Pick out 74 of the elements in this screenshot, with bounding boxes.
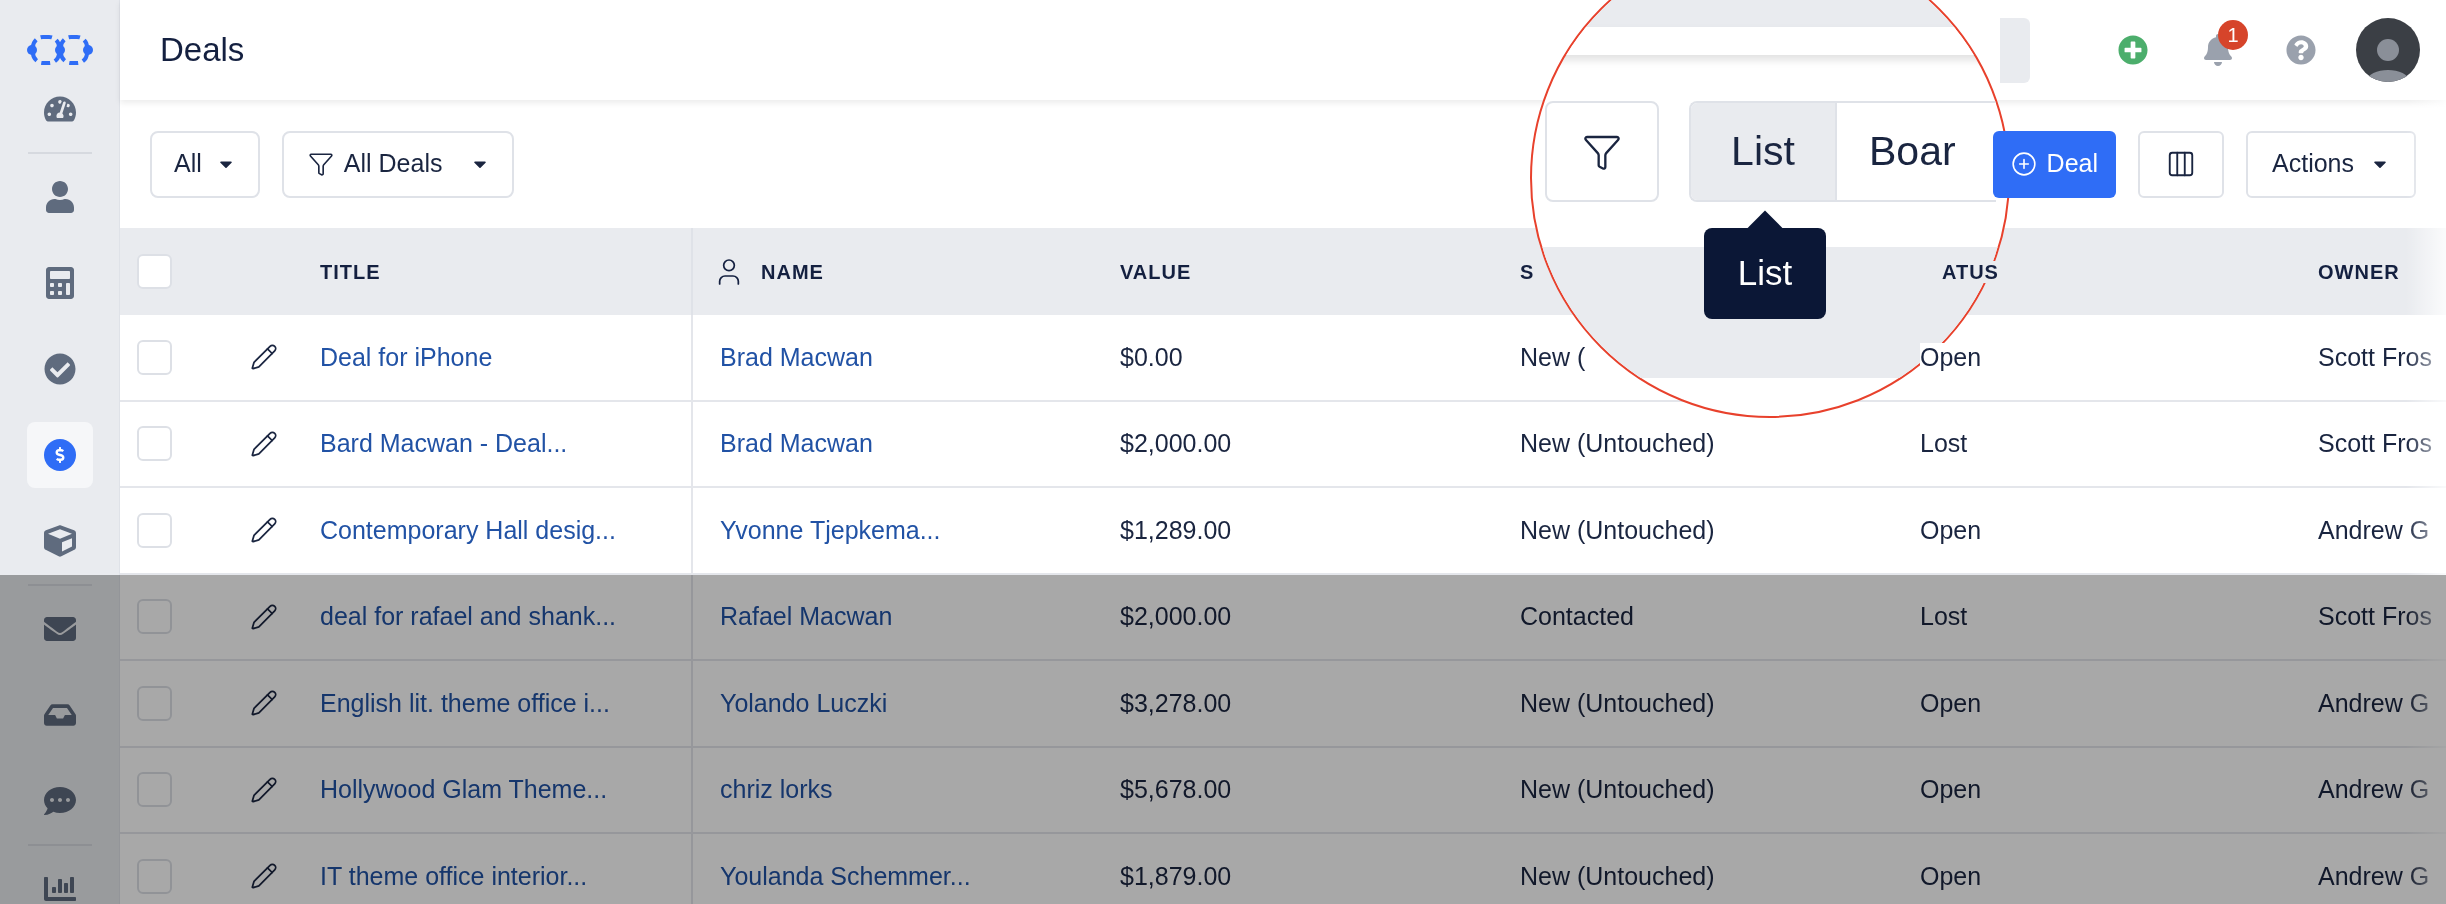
checkbox[interactable] [137,254,172,289]
column-header[interactable]: VALUE [1120,260,1192,283]
column-header[interactable]: ATUS [1942,260,1999,283]
sidebar-item[interactable] [26,422,93,488]
deal-value: $2,000.00 [1120,429,1232,457]
checkbox[interactable] [137,339,172,375]
deal-stage: New (Untouched) [1520,515,1715,544]
view-toggle-tab[interactable]: List [1691,103,1837,200]
deal-title-link[interactable]: Contemporary Hall desig... [320,511,616,549]
deal-stage: New (Untouched) [1520,775,1715,803]
contact-name-link[interactable]: Brad Macwan [720,429,873,457]
edit-icon[interactable] [250,775,278,804]
deal-stage: New (Untouched) [1520,688,1715,717]
column-header[interactable]: OWNER [2318,260,2400,283]
contact-name-link[interactable]: Brad Macwan [720,342,873,371]
filter-button[interactable] [1545,101,1659,202]
edit-icon[interactable] [250,689,278,718]
help-icon[interactable] [2286,35,2316,65]
chat-icon [43,785,76,817]
contact-name-link[interactable]: Rafael Macwan [720,602,893,630]
contact-name-link[interactable]: Yolando Luczki [720,688,888,717]
deal-owner: Scott Fros [2318,602,2432,630]
deal-value: $2,000.00 [1120,602,1232,630]
add-icon[interactable] [2118,35,2148,65]
edit-icon[interactable] [250,343,278,372]
deal-owner: Andrew G [2318,861,2430,890]
contact-name-link[interactable]: Youlanda Schemmer... [720,861,971,890]
cube-icon [43,525,76,557]
deal-title-link[interactable]: Hollywood Glam Theme... [320,771,608,809]
deal-stage: New (Untouched) [1520,429,1715,457]
plus-circle-icon [2010,151,2037,177]
page-title: Deals [160,30,245,71]
contact-name-link[interactable]: chriz lorks [720,775,833,803]
tooltip-text: List [1737,252,1793,295]
deal-owner: Andrew G [2318,775,2430,803]
deal-owner: Andrew G [2318,515,2430,544]
actions-dropdown[interactable]: Actions [2246,130,2416,198]
deal-title-link[interactable]: English lit. theme office i... [320,684,610,722]
deal-title-link[interactable]: Bard Macwan - Deal... [320,425,568,463]
column-header[interactable]: TITLE [320,256,381,287]
deal-value: $1,289.00 [1120,515,1232,544]
deal-title-link[interactable]: Deal for iPhone [320,338,493,376]
deal-value: $0.00 [1120,342,1183,371]
logo-icon[interactable] [26,34,93,66]
edit-icon[interactable] [250,862,278,891]
deal-title-link[interactable]: deal for rafael and shank... [320,598,617,636]
column-header[interactable]: NAME [761,256,824,287]
deal-stage: New ( [1520,342,1586,371]
filter-icon [307,151,334,177]
checkbox[interactable] [137,426,172,462]
calculator-icon [43,267,76,299]
checkbox[interactable] [137,512,172,548]
deal-status: Open [1920,342,1982,371]
dollar-icon [43,439,76,471]
edit-icon[interactable] [250,516,278,545]
deal-value: $1,879.00 [1120,861,1232,890]
deal-value: $5,678.00 [1120,775,1232,803]
contact-name-link[interactable]: Yvonne Tjepkema... [720,515,941,544]
edit-icon[interactable] [250,429,278,458]
deal-value: $3,278.00 [1120,688,1232,717]
column-header[interactable]: S [1520,260,1535,283]
new-deal-button[interactable]: Deal [1992,130,2116,198]
edit-icon[interactable] [250,602,278,631]
notification-badge: 1 [2218,20,2248,50]
person-icon [43,181,76,213]
deal-owner: Andrew G [2318,688,2430,717]
deal-stage: New (Untouched) [1520,861,1715,890]
columns-button[interactable] [2138,130,2224,198]
deal-owner: Scott Fros [2318,429,2432,457]
deal-title-link[interactable]: IT theme office interior... [320,857,588,895]
view-dropdown[interactable]: All Deals [281,130,515,198]
deal-owner: Scott Fros [2318,342,2432,371]
deal-stage: Contacted [1520,602,1634,630]
scope-dropdown[interactable]: All [150,130,260,198]
